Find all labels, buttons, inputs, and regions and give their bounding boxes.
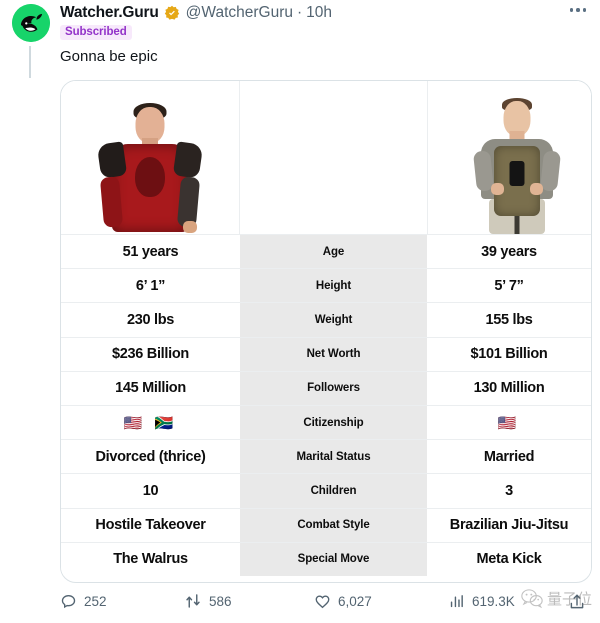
row-left-value: 10 (61, 474, 240, 507)
analytics-icon (448, 593, 465, 610)
handle[interactable]: @WatcherGuru (186, 4, 293, 22)
like-count: 6,027 (338, 594, 372, 609)
row-label: Children (240, 474, 427, 507)
row-label: Followers (240, 372, 427, 405)
left-figure-cell (61, 81, 240, 234)
comment-icon (60, 593, 77, 610)
row-right-value: Meta Kick (427, 543, 591, 576)
subscribed-badge: Subscribed (60, 25, 132, 40)
row-right-value: 155 lbs (427, 303, 591, 336)
row-right-value: 39 years (427, 235, 591, 268)
table-row: Divorced (thrice) Marital Status Married (61, 439, 591, 473)
figures-row (61, 81, 591, 234)
row-label: Special Move (240, 543, 427, 576)
table-row: Hostile Takeover Combat Style Brazilian … (61, 508, 591, 542)
dot (570, 8, 574, 12)
like-button[interactable]: 6,027 (314, 593, 448, 610)
author-row: Watcher.Guru @WatcherGuru · 10h (60, 4, 332, 22)
comparison-image-card[interactable]: 51 years Age 39 years 6’ 1” Height 5’ 7”… (60, 80, 592, 583)
display-name[interactable]: Watcher.Guru (60, 4, 159, 22)
tweet-container: Watcher.Guru @WatcherGuru · 10h Subscrib… (0, 0, 600, 623)
row-label: Age (240, 235, 427, 268)
thread-line (29, 46, 31, 78)
avatar[interactable] (12, 4, 50, 42)
table-row: 230 lbs Weight 155 lbs (61, 302, 591, 336)
table-row: The Walrus Special Move Meta Kick (61, 542, 591, 576)
table-row: 145 Million Followers 130 Million (61, 371, 591, 405)
row-label: Weight (240, 303, 427, 336)
row-label: Combat Style (240, 509, 427, 542)
row-left-value: Hostile Takeover (61, 509, 240, 542)
engagement-bar: 252 586 6,027 619.3K (60, 592, 592, 610)
row-left-value: 145 Million (61, 372, 240, 405)
mark-zuckerberg-tactical-figure (467, 91, 567, 234)
separator: · (297, 4, 302, 22)
retweet-button[interactable]: 586 (184, 592, 314, 610)
views-button[interactable]: 619.3K (448, 593, 568, 610)
table-row: 10 Children 3 (61, 473, 591, 507)
verified-badge-icon (164, 5, 180, 21)
row-right-value: 🇺🇸 (427, 406, 591, 439)
heart-icon (314, 593, 331, 610)
share-button[interactable] (568, 593, 586, 616)
row-left-value: 51 years (61, 235, 240, 268)
row-right-value: Brazilian Jiu-Jitsu (427, 509, 591, 542)
row-right-value: $101 Billion (427, 338, 591, 371)
row-right-value: 3 (427, 474, 591, 507)
dot (576, 8, 580, 12)
tweet-text: Gonna be epic (60, 47, 158, 67)
row-label: Marital Status (240, 440, 427, 473)
reply-button[interactable]: 252 (60, 593, 184, 610)
table-row: 51 years Age 39 years (61, 234, 591, 268)
timestamp[interactable]: 10h (306, 4, 332, 22)
right-figure-cell (427, 81, 592, 234)
row-right-value: Married (427, 440, 591, 473)
row-left-value: The Walrus (61, 543, 240, 576)
whale-avatar-icon (12, 4, 50, 42)
row-left-value: 🇺🇸 🇿🇦 (61, 406, 240, 439)
share-icon (568, 593, 586, 611)
row-label: Citizenship (240, 406, 427, 439)
table-row: 🇺🇸 🇿🇦 Citizenship 🇺🇸 (61, 405, 591, 439)
row-left-value: Divorced (thrice) (61, 440, 240, 473)
dot (583, 8, 587, 12)
tweet-header: Watcher.Guru @WatcherGuru · 10h Subscrib… (0, 0, 600, 46)
row-right-value: 130 Million (427, 372, 591, 405)
more-options-icon[interactable] (570, 8, 587, 12)
row-label: Net Worth (240, 338, 427, 371)
row-right-value: 5’ 7” (427, 269, 591, 302)
retweet-icon (184, 592, 202, 610)
retweet-count: 586 (209, 594, 232, 609)
row-label: Height (240, 269, 427, 302)
row-left-value: 230 lbs (61, 303, 240, 336)
table-row: 6’ 1” Height 5’ 7” (61, 268, 591, 302)
elon-musk-armor-figure (100, 91, 200, 234)
views-count: 619.3K (472, 594, 515, 609)
middle-blank-cell (240, 81, 427, 234)
reply-count: 252 (84, 594, 107, 609)
table-row: $236 Billion Net Worth $101 Billion (61, 337, 591, 371)
row-left-value: $236 Billion (61, 338, 240, 371)
row-left-value: 6’ 1” (61, 269, 240, 302)
